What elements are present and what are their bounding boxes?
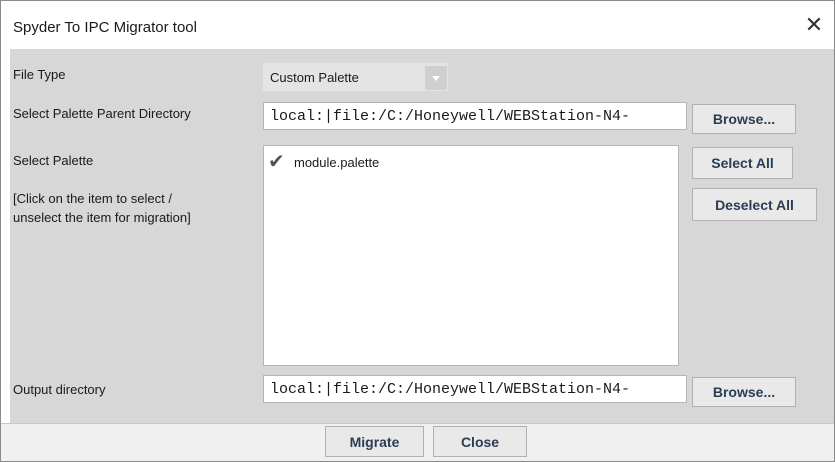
output-directory-label: Output directory <box>13 382 106 397</box>
close-button[interactable]: Close <box>433 426 527 457</box>
dialog-footer: Migrate Close <box>1 423 834 461</box>
browse-output-button[interactable]: Browse... <box>692 377 796 407</box>
output-directory-field[interactable]: local:|file:/C:/Honeywell/WEBStation-N4- <box>263 375 687 403</box>
migrator-dialog: Spyder To IPC Migrator tool ✕ File Type … <box>0 0 835 462</box>
deselect-all-button[interactable]: Deselect All <box>692 188 817 221</box>
palette-list[interactable]: ✔ module.palette <box>263 145 679 366</box>
title-bar: Spyder To IPC Migrator tool ✕ <box>1 1 834 49</box>
file-type-select[interactable]: Custom Palette <box>263 63 448 91</box>
window-title: Spyder To IPC Migrator tool <box>13 19 197 36</box>
palette-parent-field[interactable]: local:|file:/C:/Honeywell/WEBStation-N4- <box>263 102 687 130</box>
file-type-label: File Type <box>13 67 66 82</box>
select-all-button[interactable]: Select All <box>692 147 793 179</box>
chevron-down-icon[interactable] <box>425 66 447 90</box>
select-palette-label: Select Palette <box>13 153 94 168</box>
browse-palette-button[interactable]: Browse... <box>692 104 796 134</box>
checkmark-icon: ✔ <box>268 151 285 173</box>
selection-hint-line1: [Click on the item to select / <box>13 191 172 206</box>
close-icon[interactable]: ✕ <box>804 14 824 36</box>
file-type-value: Custom Palette <box>270 70 359 85</box>
selection-hint-line2: unselect the item for migration] <box>13 210 191 225</box>
list-item[interactable]: ✔ module.palette <box>268 152 379 172</box>
form-panel: File Type Custom Palette Select Palette … <box>10 49 834 423</box>
palette-parent-label: Select Palette Parent Directory <box>13 106 191 121</box>
palette-item-name: module.palette <box>294 154 380 170</box>
migrate-button[interactable]: Migrate <box>325 426 424 457</box>
